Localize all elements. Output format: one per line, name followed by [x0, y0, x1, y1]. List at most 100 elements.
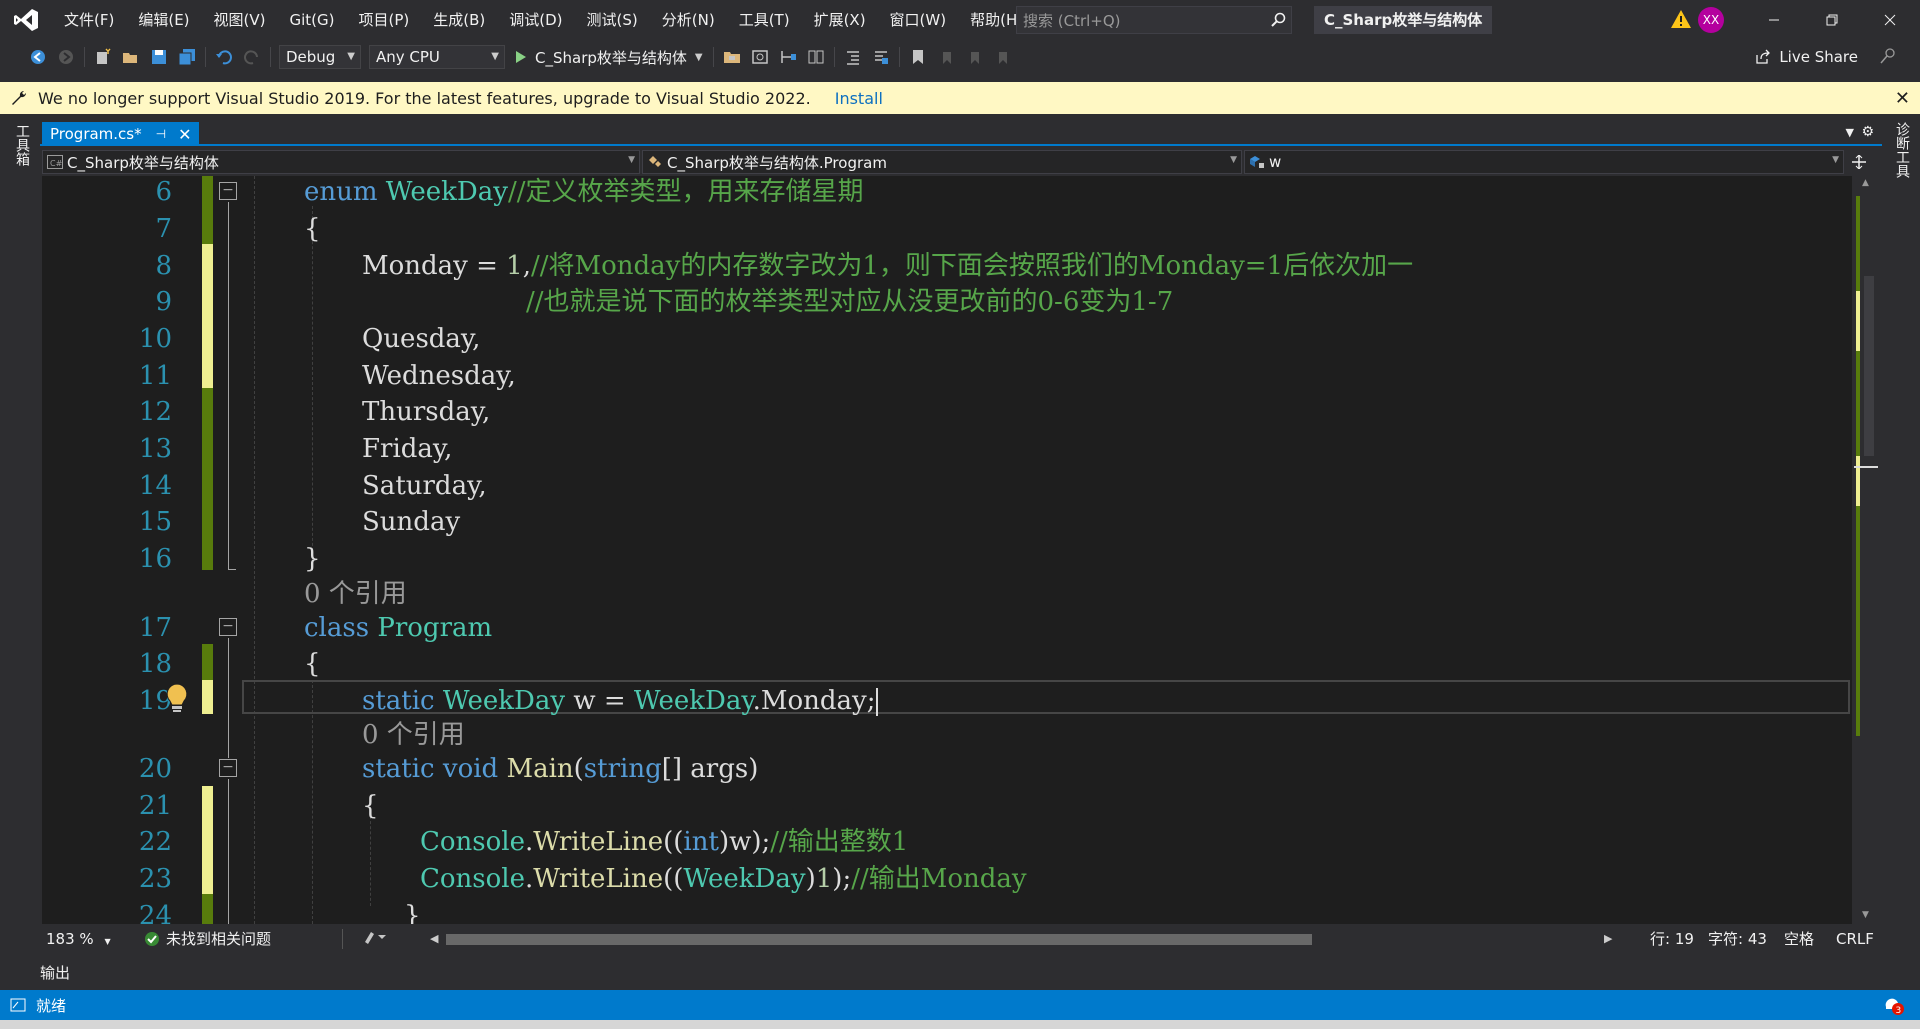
outline-line [228, 638, 229, 758]
toolbar-separator [84, 47, 85, 67]
standard-toolbar: Debug ▼ Any CPU ▼ C_Sharp枚举与结构体 ▼ Live S… [0, 40, 1920, 74]
codelens-references[interactable]: 0 个引用 [362, 717, 465, 754]
menu-debug[interactable]: 调试(D) [497, 0, 574, 40]
close-tab-icon[interactable]: ✕ [178, 125, 191, 144]
step-into-icon[interactable] [776, 45, 800, 69]
menu-analyze[interactable]: 分析(N) [650, 0, 727, 40]
feedback-icon[interactable] [1878, 46, 1898, 70]
pin-icon[interactable]: ⊣ [156, 127, 166, 141]
output-tab[interactable]: 输出 [40, 958, 70, 987]
close-window-button[interactable] [1861, 0, 1919, 40]
issues-indicator[interactable]: 未找到相关问题 [144, 929, 271, 949]
solution-configuration-select[interactable]: Debug ▼ [279, 45, 361, 69]
diagnostic-tools-tab[interactable]: 诊断工具 [1892, 122, 1912, 178]
share-icon [1755, 49, 1771, 65]
vertical-scrollbar[interactable]: ▲ ▼ [1852, 176, 1882, 924]
notifications-bell-icon[interactable]: 3 [1882, 994, 1904, 1020]
save-icon[interactable] [147, 45, 171, 69]
gear-icon[interactable]: ⚙ [1861, 124, 1874, 140]
live-share-button[interactable]: Live Share [1755, 45, 1858, 69]
step-over-icon[interactable] [804, 45, 828, 69]
comment-out-icon[interactable] [869, 45, 893, 69]
scroll-down-icon[interactable]: ▼ [1862, 910, 1869, 920]
collapse-region-icon[interactable]: − [219, 618, 237, 636]
folder-icon[interactable] [720, 45, 744, 69]
navigate-forward-icon[interactable] [54, 45, 78, 69]
scroll-right-icon[interactable]: ▶ [1604, 929, 1612, 949]
lightbulb-icon[interactable] [164, 682, 190, 718]
tab-overflow-icon[interactable]: ▼ [1846, 126, 1854, 139]
menu-extensions[interactable]: 扩展(X) [802, 0, 878, 40]
visual-studio-logo-icon[interactable] [0, 0, 52, 40]
line-indicator[interactable]: 行: 19 [1650, 929, 1694, 949]
previous-bookmark-icon[interactable] [934, 45, 958, 69]
unsaved-change-marker [202, 786, 213, 894]
install-link[interactable]: Install [835, 89, 883, 108]
code-line-20: static void Main(string[] args) [362, 754, 759, 784]
run-target-label: C_Sharp枚举与结构体 [535, 48, 687, 67]
close-icon[interactable]: ✕ [1895, 88, 1910, 109]
main-menu: 文件(F) 编辑(E) 视图(V) Git(G) 项目(P) 生成(B) 调试(… [52, 0, 1035, 40]
code-line-7: { [304, 214, 321, 244]
redo-icon[interactable] [240, 45, 264, 69]
code-line-10: Quesday, [362, 324, 481, 354]
line-number: 10 [138, 324, 172, 354]
undo-icon[interactable] [212, 45, 236, 69]
toolbox-tab[interactable]: 工具箱 [12, 124, 32, 166]
new-project-icon[interactable] [91, 45, 115, 69]
saved-change-marker [202, 388, 213, 570]
codelens-references[interactable]: 0 个引用 [304, 576, 407, 613]
line-number: 7 [155, 214, 172, 244]
restore-button[interactable] [1803, 0, 1861, 40]
type-dropdown[interactable]: C_Sharp枚举与结构体.Program ▼ [642, 150, 1242, 174]
class-icon [647, 154, 663, 170]
code-cleanup-icon[interactable] [362, 929, 388, 949]
toolbar-separator [833, 47, 835, 67]
browser-link-icon[interactable] [748, 45, 772, 69]
line-ending-indicator[interactable]: CRLF [1836, 929, 1874, 949]
code-editor[interactable]: 6 7 8 9 10 11 12 13 14 15 16 17 18 19 20… [42, 176, 1852, 924]
outdent-icon[interactable] [841, 45, 865, 69]
collapse-region-icon[interactable]: − [219, 182, 237, 200]
whitespace-indicator[interactable]: 空格 [1784, 929, 1814, 949]
collapse-region-icon[interactable]: − [219, 759, 237, 777]
start-debugging-button[interactable]: C_Sharp枚举与结构体 ▼ [509, 45, 709, 69]
char-indicator[interactable]: 字符: 43 [1708, 929, 1767, 949]
member-dropdown[interactable]: w ▼ [1244, 150, 1844, 174]
warning-icon[interactable] [1670, 9, 1692, 33]
project-dropdown[interactable]: C# C_Sharp枚举与结构体 ▼ [42, 150, 640, 174]
search-input[interactable]: 搜索 (Ctrl+Q) [1016, 6, 1292, 34]
user-avatar[interactable]: XX [1698, 7, 1724, 33]
navigate-back-icon[interactable] [26, 45, 50, 69]
bookmark-icon[interactable] [906, 45, 930, 69]
menu-edit[interactable]: 编辑(E) [126, 0, 201, 40]
horizontal-scroll-thumb[interactable] [446, 934, 1312, 945]
tab-program-cs[interactable]: Program.cs* ⊣ ✕ [42, 122, 200, 146]
split-editor-icon[interactable] [1844, 150, 1874, 174]
zoom-select[interactable]: 183 % ▼ [44, 929, 114, 949]
chevron-down-icon: ▼ [1230, 155, 1237, 165]
line-number: 24 [138, 901, 172, 924]
solution-platform-select[interactable]: Any CPU ▼ [369, 45, 505, 69]
chevron-down-icon: ▼ [1832, 155, 1839, 165]
line-number: 14 [138, 471, 172, 501]
menu-git[interactable]: Git(G) [278, 0, 347, 40]
minimize-button[interactable] [1745, 0, 1803, 40]
open-file-icon[interactable] [119, 45, 143, 69]
clear-bookmarks-icon[interactable] [990, 45, 1014, 69]
menu-view[interactable]: 视图(V) [202, 0, 278, 40]
menu-tools[interactable]: 工具(T) [727, 0, 802, 40]
menu-build[interactable]: 生成(B) [421, 0, 497, 40]
menu-test[interactable]: 测试(S) [575, 0, 650, 40]
menu-file[interactable]: 文件(F) [52, 0, 126, 40]
menu-project[interactable]: 项目(P) [347, 0, 422, 40]
scroll-up-icon[interactable]: ▲ [1862, 178, 1869, 188]
next-bookmark-icon[interactable] [962, 45, 986, 69]
menu-window[interactable]: 窗口(W) [878, 0, 959, 40]
scrollbar-thumb[interactable] [1864, 276, 1874, 456]
save-all-icon[interactable] [175, 45, 199, 69]
scroll-left-icon[interactable]: ◀ [430, 929, 438, 949]
indent-guide [312, 680, 313, 924]
line-number: 23 [138, 864, 172, 894]
outline-line [228, 779, 229, 924]
